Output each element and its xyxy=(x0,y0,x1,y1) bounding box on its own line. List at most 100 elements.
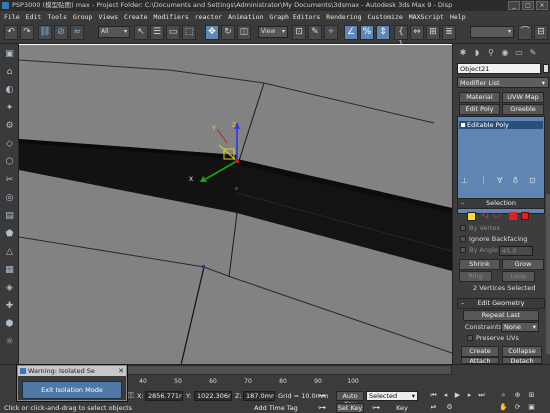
menu-help[interactable]: Help xyxy=(450,13,466,21)
loop-button[interactable]: Loop xyxy=(502,271,535,282)
modify-tab-icon[interactable]: ◗ xyxy=(471,47,483,59)
add-time-tag-button[interactable]: Add Time Tag xyxy=(252,403,300,413)
select-move-icon[interactable]: ✥ xyxy=(205,25,219,40)
maximize-button[interactable]: □ xyxy=(522,1,534,10)
menu-modifiers[interactable]: Modifiers xyxy=(154,13,189,21)
menu-tools[interactable]: Tools xyxy=(47,13,67,21)
tool-icon-4[interactable]: ✦ xyxy=(3,102,16,115)
shrink-button[interactable]: Shrink xyxy=(459,259,500,270)
minimize-button[interactable]: _ xyxy=(508,1,520,10)
close-icon[interactable]: ✕ xyxy=(118,366,124,376)
tool-icon-11[interactable]: ⬟ xyxy=(3,228,16,241)
track-bar[interactable]: 40 50 60 70 80 90 100 xyxy=(125,378,452,389)
pan-icon[interactable]: ✋ xyxy=(498,402,509,412)
tool-icon-12[interactable]: △ xyxy=(3,246,16,259)
manipulate-icon[interactable]: ✎ xyxy=(308,25,322,40)
zoom-all-icon[interactable]: ⊕ xyxy=(512,390,523,400)
tool-icon-2[interactable]: ⌂ xyxy=(3,66,16,79)
ring-button[interactable]: Ring xyxy=(459,271,492,282)
bind-space-warp-icon[interactable]: ≈ xyxy=(70,25,84,40)
pin-stack-icon[interactable]: ⊥ xyxy=(461,176,468,185)
grow-button[interactable]: Grow xyxy=(502,259,544,270)
redo-icon[interactable]: ↷ xyxy=(20,25,34,40)
select-by-name-icon[interactable]: ☰ xyxy=(150,25,164,40)
tool-icon-14[interactable]: ◈ xyxy=(3,282,16,295)
align-icon[interactable]: ⊞ xyxy=(426,25,440,40)
polygon-mode-icon[interactable] xyxy=(509,212,517,220)
make-unique-icon[interactable]: ∀ xyxy=(497,176,502,185)
display-tab-icon[interactable]: ▭ xyxy=(513,47,525,59)
selection-region-icon[interactable]: ▭ xyxy=(166,25,180,40)
configure-sets-icon[interactable]: ⊡ xyxy=(529,176,536,185)
menu-group[interactable]: Group xyxy=(73,13,93,21)
material-button[interactable]: Material xyxy=(459,92,500,103)
create-button[interactable]: Create xyxy=(461,346,499,357)
percent-snap-icon[interactable]: % xyxy=(360,25,374,40)
collapse-button[interactable]: Collapse xyxy=(502,346,542,357)
select-rotate-icon[interactable]: ↻ xyxy=(221,25,235,40)
stack-item-editable-poly[interactable]: Editable Poly xyxy=(459,121,543,129)
constraints-dropdown[interactable]: None xyxy=(501,322,539,332)
tool-icon-7[interactable]: ⬡ xyxy=(3,156,16,169)
border-mode-icon[interactable]: ○ xyxy=(493,210,501,220)
menu-views[interactable]: Views xyxy=(98,13,118,21)
menu-customize[interactable]: Customize xyxy=(368,13,403,21)
select-link-icon[interactable]: ⛓ xyxy=(38,25,52,40)
create-tab-icon[interactable]: ✱ xyxy=(457,47,469,59)
tool-icon-10[interactable]: ▤ xyxy=(3,210,16,223)
repeat-last-button[interactable]: Repeat Last xyxy=(463,310,539,321)
arc-rotate-icon[interactable]: ⟳ xyxy=(512,402,523,412)
angle-snap-icon[interactable]: ∠ xyxy=(344,25,358,40)
y-coordinate-field[interactable]: 1022.306r xyxy=(194,391,232,401)
element-mode-icon[interactable] xyxy=(521,212,529,220)
detach-button[interactable]: Detach xyxy=(502,357,542,364)
hierarchy-tab-icon[interactable]: ⚲ xyxy=(485,47,497,59)
tool-icon-3[interactable]: ◐ xyxy=(3,84,16,97)
object-name-field[interactable]: Object21 xyxy=(457,63,541,74)
tool-icon-16[interactable]: ⬢ xyxy=(3,318,16,331)
edit-poly-button[interactable]: Edit Poly xyxy=(459,104,500,115)
tool-icon-6[interactable]: ◇ xyxy=(3,138,16,151)
menu-animation[interactable]: Animation xyxy=(228,13,263,21)
schematic-view-icon[interactable]: ⊟ xyxy=(534,25,548,40)
menu-maxscript[interactable]: MAXScript xyxy=(409,13,444,21)
edge-mode-icon[interactable]: ◁ xyxy=(481,210,488,220)
preserve-uvs-checkbox[interactable] xyxy=(467,335,473,341)
key-mode-toggle-icon[interactable]: ⏯ xyxy=(428,402,439,412)
show-end-result-icon[interactable]: ⏐ xyxy=(481,176,486,186)
maximize-viewport-icon[interactable]: ▣ xyxy=(526,402,537,412)
reference-coordinate-dropdown[interactable]: View xyxy=(258,26,288,38)
zoom-extents-icon[interactable]: ⊞ xyxy=(526,390,537,400)
command-panel-scrollbar[interactable] xyxy=(546,194,550,354)
named-selection-sets[interactable] xyxy=(470,26,514,38)
menu-file[interactable]: File xyxy=(4,13,20,21)
z-coordinate-field[interactable]: 187.0mm xyxy=(243,391,275,401)
select-scale-icon[interactable]: ◫ xyxy=(237,25,251,40)
key-mode-dropdown[interactable]: Selected xyxy=(366,391,418,401)
uvw-map-button[interactable]: UVW Map xyxy=(502,92,544,103)
layer-manager-icon[interactable]: ≣ xyxy=(442,25,456,40)
menu-create[interactable]: Create xyxy=(124,13,147,21)
object-color-swatch[interactable] xyxy=(543,64,549,73)
selection-filter-dropdown[interactable]: All xyxy=(98,26,130,38)
tool-icon-9[interactable]: ◎ xyxy=(3,192,16,205)
menu-graph-editors[interactable]: Graph Editors xyxy=(269,13,320,21)
modifier-list-dropdown[interactable]: Modifier List xyxy=(457,77,549,89)
ignore-backfacing-checkbox[interactable] xyxy=(460,236,466,242)
tool-icon-5[interactable]: ⚙ xyxy=(3,120,16,133)
x-coordinate-field[interactable]: 2856.771n xyxy=(145,391,183,401)
play-icon[interactable]: ▶ xyxy=(452,390,463,400)
edit-named-selections-icon[interactable]: { } xyxy=(394,25,408,50)
key-filters-button[interactable]: Key Filters... xyxy=(384,403,420,413)
menu-edit[interactable]: Edit xyxy=(26,13,42,21)
close-button[interactable]: × xyxy=(536,1,548,10)
tool-icon-1[interactable]: ▣ xyxy=(3,48,16,61)
menu-rendering[interactable]: Rendering xyxy=(326,13,361,21)
set-key-button[interactable]: Set Key xyxy=(336,403,364,413)
snaps-toggle-icon[interactable]: ⌖ xyxy=(324,25,338,40)
go-to-start-icon[interactable]: ⏮ xyxy=(428,390,439,400)
set-key-icon[interactable]: ⊶ xyxy=(318,403,326,413)
select-object-icon[interactable]: ↖ xyxy=(134,25,148,40)
tool-icon-8[interactable]: ✂ xyxy=(3,174,16,187)
unlink-icon[interactable]: ⊘ xyxy=(54,25,68,40)
